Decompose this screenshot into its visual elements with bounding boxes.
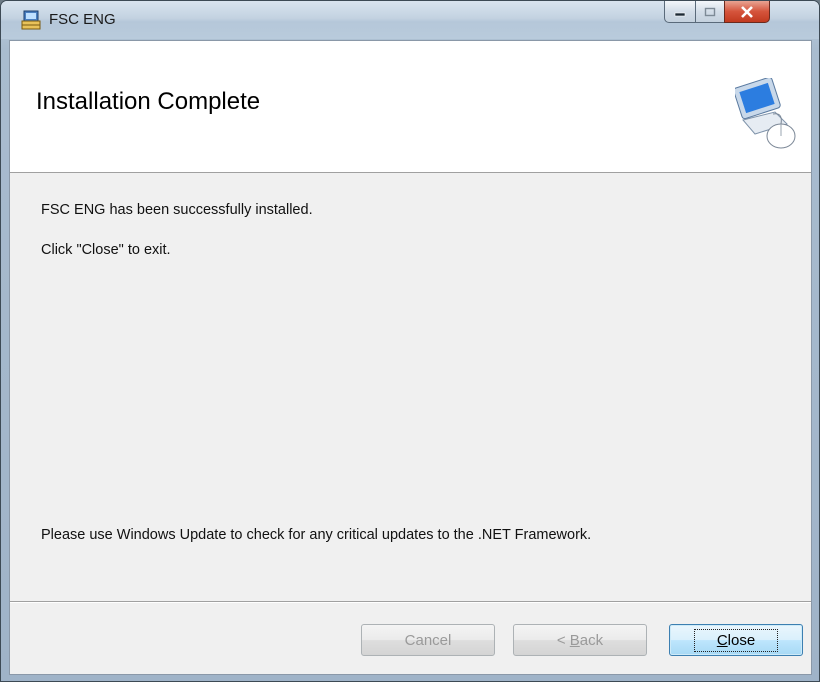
dialog-body: Installation Complete FSC ENG has been s… — [9, 40, 812, 675]
cancel-label: Cancel — [404, 631, 452, 649]
installer-icon — [21, 10, 41, 30]
installed-message: FSC ENG has been successfully installed. — [41, 202, 313, 218]
window-title: FSC ENG — [49, 11, 116, 28]
windows-update-note: Please use Windows Update to check for a… — [41, 527, 592, 543]
page-title: Installation Complete — [36, 88, 261, 115]
back-button[interactable]: < Back — [513, 624, 647, 656]
minimize-button[interactable] — [664, 1, 696, 23]
close-button[interactable]: Close — [669, 624, 803, 656]
close-icon — [741, 5, 753, 18]
header-banner: Installation Complete — [10, 41, 811, 173]
maximize-button[interactable] — [695, 1, 725, 23]
back-label: < Back — [556, 631, 604, 649]
close-label: Close — [693, 628, 779, 652]
title-bar[interactable]: FSC ENG — [1, 1, 819, 39]
close-window-button[interactable] — [724, 1, 770, 23]
maximize-icon — [704, 7, 716, 16]
footer-divider — [10, 601, 811, 603]
installer-window: FSC ENG Installation Complete FSC ENG ha… — [0, 0, 820, 682]
cancel-button[interactable]: Cancel — [361, 624, 495, 656]
computer-setup-icon — [735, 78, 796, 149]
minimize-icon — [674, 12, 686, 16]
close-instruction: Click "Close" to exit. — [41, 242, 171, 258]
